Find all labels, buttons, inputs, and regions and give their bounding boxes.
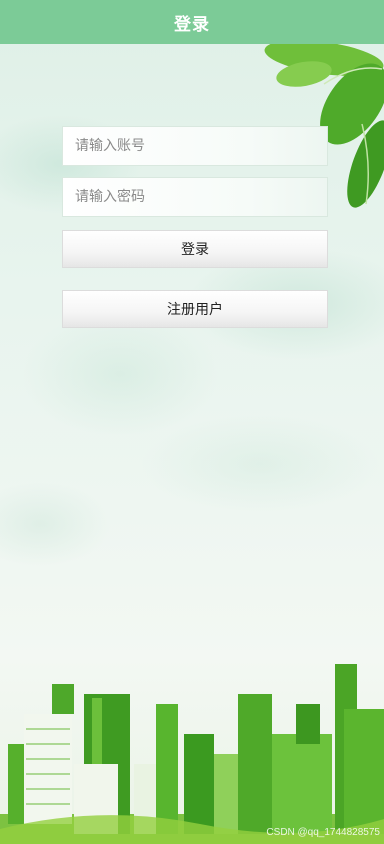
login-button-label: 登录 xyxy=(181,242,209,258)
app-header: 登录 xyxy=(0,0,384,44)
account-input[interactable] xyxy=(62,126,328,166)
login-button[interactable]: 登录 xyxy=(62,230,328,268)
city-skyline-illustration-icon xyxy=(0,664,384,844)
register-button-label: 注册用户 xyxy=(167,302,223,318)
watermark: CSDN @qq_1744828575 xyxy=(266,827,380,838)
page-title: 登录 xyxy=(174,14,210,35)
register-button[interactable]: 注册用户 xyxy=(62,290,328,328)
password-input[interactable] xyxy=(62,177,328,217)
